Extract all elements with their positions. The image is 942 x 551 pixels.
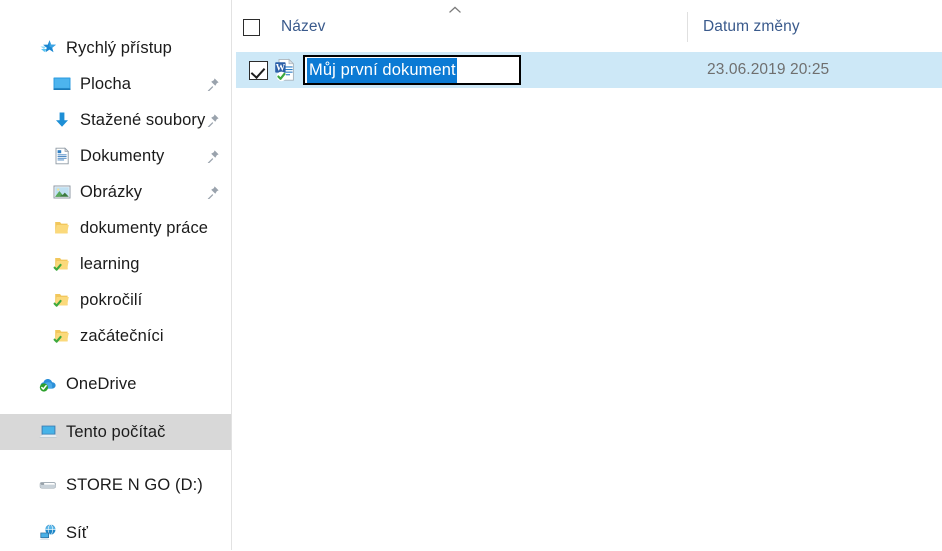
pin-icon[interactable] — [206, 77, 220, 92]
star-icon — [38, 38, 58, 58]
sidebar-item-label: Tento počítač — [66, 422, 166, 441]
sidebar-item-label: Síť — [66, 523, 89, 542]
sidebar-item-label: STORE N GO (D:) — [66, 475, 203, 494]
sidebar-item-sit[interactable]: Síť — [0, 515, 231, 551]
onedrive-cloud-icon — [38, 374, 58, 394]
folder-synced-icon — [52, 290, 72, 310]
column-header-date-label: Datum změny — [703, 18, 800, 35]
word-document-synced-icon: W — [274, 58, 296, 82]
nav-group-separator — [0, 450, 231, 467]
folder-icon — [52, 218, 72, 238]
downloads-icon — [52, 110, 72, 130]
select-all-checkbox[interactable] — [243, 18, 260, 36]
sidebar-item-label: začátečníci — [80, 326, 164, 345]
sidebar-item-obrazky[interactable]: Obrázky — [0, 174, 231, 210]
sidebar-item-label: Plocha — [80, 74, 132, 93]
network-icon — [38, 523, 58, 543]
folder-synced-icon — [52, 254, 72, 274]
nav-group-separator — [0, 402, 231, 414]
sidebar-item-stazene-soubory[interactable]: Stažené soubory — [0, 102, 231, 138]
sidebar-item-pokrocili[interactable]: pokročilí — [0, 282, 231, 318]
desktop-icon — [52, 74, 72, 94]
sidebar-item-zacatecnici[interactable]: začátečníci — [0, 318, 231, 354]
column-header-name-label: Název — [281, 18, 326, 35]
sidebar-item-label: Obrázky — [80, 182, 143, 201]
sidebar-item-tento-pocitac[interactable]: Tento počítač — [0, 414, 231, 450]
nav-group-separator — [0, 503, 231, 515]
row-select-checkbox[interactable] — [249, 60, 268, 80]
sidebar-item-label: learning — [80, 254, 140, 273]
sidebar-item-label: Rychlý přístup — [66, 38, 172, 57]
pin-icon[interactable] — [206, 113, 220, 128]
sidebar-item-dokumenty[interactable]: Dokumenty — [0, 138, 231, 174]
documents-icon — [52, 146, 72, 166]
column-header-date-modified[interactable]: Datum změny — [687, 16, 800, 38]
file-explorer-window: Rychlý přístup Plocha Stažené soubory Do… — [0, 0, 942, 550]
pictures-icon — [52, 182, 72, 202]
usb-drive-icon — [38, 475, 58, 495]
navigation-pane: Rychlý přístup Plocha Stažené soubory Do… — [0, 0, 232, 550]
sidebar-item-label: dokumenty práce — [80, 218, 209, 237]
sidebar-item-label: OneDrive — [66, 374, 137, 393]
pin-icon[interactable] — [206, 149, 220, 164]
sidebar-item-plocha[interactable]: Plocha — [0, 66, 231, 102]
rename-input-value: Můj první dokument — [307, 57, 457, 83]
nav-group-separator — [0, 354, 231, 366]
sidebar-item-label: pokročilí — [80, 290, 143, 309]
cell-date-modified: 23.06.2019 20:25 — [707, 61, 830, 78]
file-list-pane: Název Datum změny W Můj první dokument 2… — [232, 0, 942, 550]
sidebar-item-dokumenty-prace[interactable]: dokumenty práce — [0, 210, 231, 246]
column-header-name[interactable]: Název — [235, 16, 325, 38]
column-header-row: Název Datum změny — [232, 0, 942, 46]
sidebar-item-label: Dokumenty — [80, 146, 165, 165]
sidebar-item-label: Stažené soubory — [80, 110, 206, 129]
pin-icon[interactable] — [206, 185, 220, 200]
sidebar-item-onedrive[interactable]: OneDrive — [0, 366, 231, 402]
sidebar-item-store-n-go-d[interactable]: STORE N GO (D:) — [0, 467, 231, 503]
sidebar-item-learning[interactable]: learning — [0, 246, 231, 282]
folder-synced-icon — [52, 326, 72, 346]
sort-ascending-icon — [447, 3, 463, 15]
computer-icon — [38, 422, 58, 442]
rename-input[interactable]: Můj první dokument — [303, 55, 521, 85]
sidebar-item-quick-access[interactable]: Rychlý přístup — [0, 30, 231, 66]
table-row[interactable]: W Můj první dokument 23.06.2019 20:25 — [236, 52, 942, 88]
